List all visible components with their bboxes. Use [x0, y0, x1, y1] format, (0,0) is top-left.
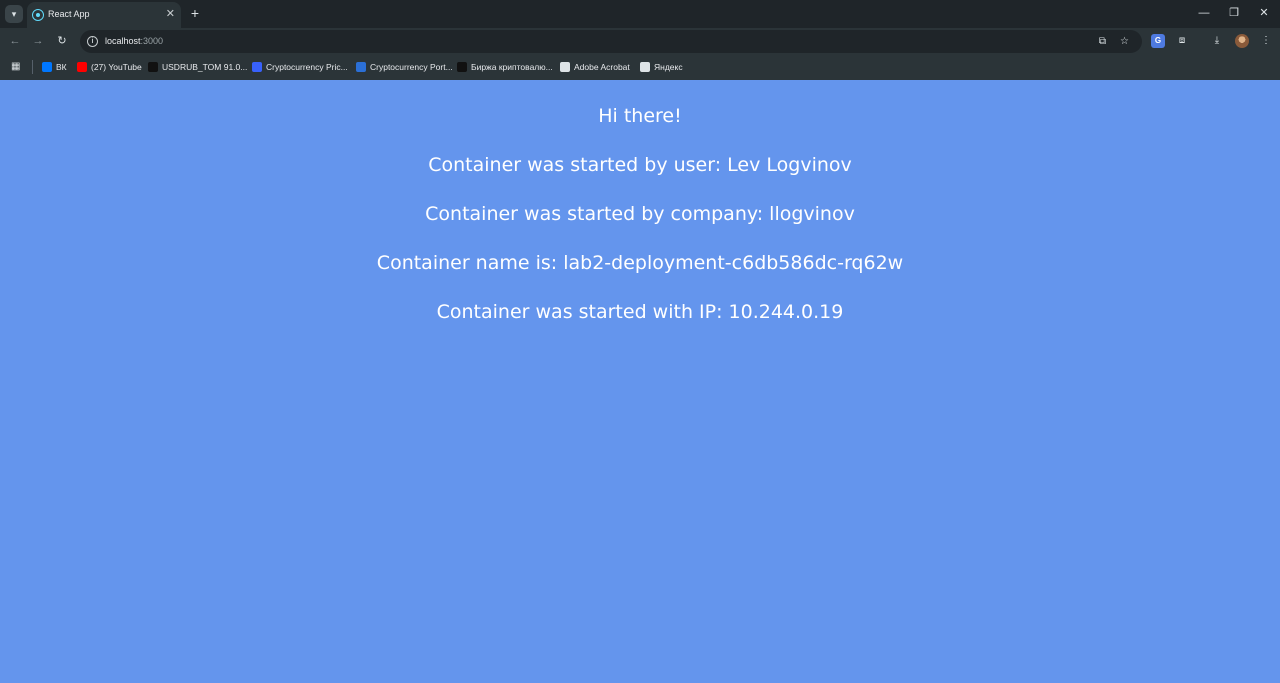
- apps-icon[interactable]: ▦: [11, 61, 22, 72]
- minimize-button[interactable]: —: [1197, 6, 1211, 20]
- info-icon[interactable]: i: [87, 36, 98, 47]
- bookmark-item[interactable]: ВК: [42, 59, 67, 75]
- new-tab-button[interactable]: +: [187, 5, 203, 21]
- forward-button[interactable]: →: [31, 34, 45, 48]
- vk-icon: [42, 62, 52, 72]
- tab-title: React App: [48, 9, 90, 19]
- globe-icon: [560, 62, 570, 72]
- youtube-icon: [77, 62, 87, 72]
- cast-icon[interactable]: ⧉: [1096, 35, 1109, 48]
- back-button[interactable]: ←: [8, 34, 22, 48]
- tradingview-icon: [148, 62, 158, 72]
- bookmark-item[interactable]: Adobe Acrobat: [560, 59, 630, 75]
- bookmark-item[interactable]: (27) YouTube: [77, 59, 142, 75]
- bookmark-label: Adobe Acrobat: [574, 62, 630, 72]
- tab-strip: ▾ React App ✕ + — ❐ ✕: [0, 0, 1280, 28]
- address-bar[interactable]: i localhost:3000 ⧉ ☆: [80, 30, 1142, 53]
- url-host: localhost: [105, 36, 141, 46]
- bookmark-label: Биржа криптовалю...: [471, 62, 553, 72]
- drop-icon: [356, 62, 366, 72]
- toolbar: ← → ↻ i localhost:3000 ⧉ ☆: [0, 28, 1280, 54]
- ip-text: Container was started with IP: 10.244.0.…: [436, 301, 844, 323]
- user-text: Container was started by user: Lev Logvi…: [428, 154, 852, 176]
- bookmark-label: Яндекс: [654, 62, 683, 72]
- bookmark-label: Cryptocurrency Port...: [370, 62, 453, 72]
- arrow-right-icon: →: [32, 35, 44, 47]
- bookmark-label: (27) YouTube: [91, 62, 142, 72]
- chevron-down-icon: ▾: [11, 9, 17, 19]
- translate-icon[interactable]: G: [1151, 34, 1165, 48]
- page-viewport: Hi there! Container was started by user:…: [0, 80, 1280, 683]
- window-close-button[interactable]: ✕: [1257, 6, 1271, 20]
- star-icon[interactable]: ☆: [1118, 35, 1131, 48]
- url-port: :3000: [140, 36, 164, 46]
- bookmark-label: USDRUB_TOM 91.0...: [162, 62, 248, 72]
- reload-icon: ↻: [57, 35, 67, 47]
- bookmark-item[interactable]: Яндекс: [640, 59, 683, 75]
- bookmarks-divider: [32, 60, 33, 74]
- reload-button[interactable]: ↻: [55, 34, 69, 48]
- company-text: Container was started by company: llogvi…: [425, 203, 855, 225]
- browser-chrome: ▾ React App ✕ + — ❐ ✕ ← → ↻ i localhost:…: [0, 0, 1280, 80]
- exchange-icon: [457, 62, 467, 72]
- globe-icon: [640, 62, 650, 72]
- bookmark-label: ВК: [56, 62, 67, 72]
- coinmarketcap-icon: [252, 62, 262, 72]
- bookmark-label: Cryptocurrency Pric...: [266, 62, 348, 72]
- tab-react-app[interactable]: React App ✕: [27, 2, 181, 28]
- greeting-text: Hi there!: [598, 105, 682, 127]
- url-text[interactable]: localhost:3000: [105, 36, 163, 46]
- bookmark-item[interactable]: Cryptocurrency Port...: [356, 59, 453, 75]
- container-name-text: Container name is: lab2-deployment-c6db5…: [376, 252, 904, 274]
- bookmarks-bar: ▦ ВК (27) YouTube USDRUB_TOM 91.0... Crypto…: [0, 56, 1280, 78]
- menu-icon[interactable]: ⋮: [1259, 34, 1273, 48]
- tab-search-button[interactable]: ▾: [5, 5, 23, 23]
- arrow-left-icon: ←: [9, 35, 21, 47]
- close-icon[interactable]: ✕: [166, 7, 175, 21]
- extensions-icon[interactable]: ⧈: [1175, 34, 1189, 48]
- bookmark-item[interactable]: Биржа криптовалю...: [457, 59, 553, 75]
- download-icon[interactable]: ⤓: [1210, 34, 1224, 48]
- avatar[interactable]: [1235, 34, 1249, 48]
- restore-button[interactable]: ❐: [1227, 6, 1241, 20]
- bookmark-item[interactable]: USDRUB_TOM 91.0...: [148, 59, 247, 75]
- bookmark-item[interactable]: Cryptocurrency Pric...: [252, 59, 348, 75]
- react-icon: [32, 9, 44, 21]
